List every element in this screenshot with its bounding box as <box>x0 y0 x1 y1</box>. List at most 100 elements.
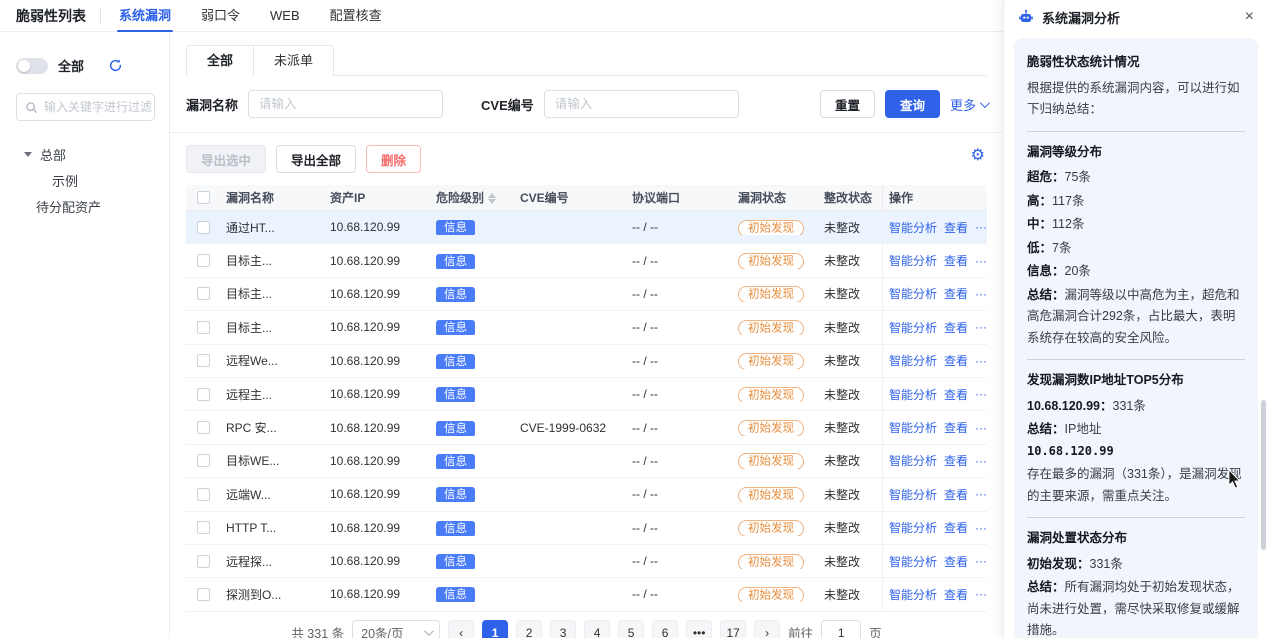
view-link[interactable]: 查看 <box>944 519 968 536</box>
page-number-button[interactable]: 6 <box>652 620 678 638</box>
table-row[interactable]: 目标主... 10.68.120.99 信息 -- / -- 初始发现 未整改 … <box>186 244 987 277</box>
smart-analyze-link[interactable]: 智能分析 <box>889 553 937 570</box>
row-more-link[interactable]: ··· <box>975 254 987 268</box>
view-link[interactable]: 查看 <box>944 452 968 469</box>
vuln-name-cell[interactable]: 探测到O... <box>220 586 324 603</box>
goto-page-input[interactable] <box>821 620 861 638</box>
delete-button[interactable]: 删除 <box>366 145 421 173</box>
vuln-name-cell[interactable]: 远程主... <box>220 386 324 403</box>
tree-node-example[interactable]: 示例 <box>16 167 155 193</box>
column-settings-gear-icon[interactable]: ⚙ <box>971 148 985 164</box>
tab-system-vuln[interactable]: 系统漏洞 <box>119 0 171 32</box>
view-link[interactable]: 查看 <box>944 319 968 336</box>
cve-input[interactable] <box>544 90 739 118</box>
page-number-button[interactable]: 2 <box>516 620 542 638</box>
reset-button[interactable]: 重置 <box>820 90 875 118</box>
row-more-link[interactable]: ··· <box>975 387 987 401</box>
row-checkbox[interactable] <box>197 287 210 300</box>
view-link[interactable]: 查看 <box>944 586 968 603</box>
view-link[interactable]: 查看 <box>944 486 968 503</box>
table-row[interactable]: 探测到O... 10.68.120.99 信息 -- / -- 初始发现 未整改… <box>186 578 987 611</box>
smart-analyze-link[interactable]: 智能分析 <box>889 386 937 403</box>
export-all-button[interactable]: 导出全部 <box>276 145 356 173</box>
vuln-name-cell[interactable]: 目标主... <box>220 285 324 302</box>
view-link[interactable]: 查看 <box>944 386 968 403</box>
tree-node-unassigned[interactable]: 待分配资产 <box>16 193 155 219</box>
smart-analyze-link[interactable]: 智能分析 <box>889 352 937 369</box>
row-checkbox[interactable] <box>197 388 210 401</box>
row-checkbox[interactable] <box>197 488 210 501</box>
sort-icon[interactable] <box>488 193 496 204</box>
table-row[interactable]: 目标主... 10.68.120.99 信息 -- / -- 初始发现 未整改 … <box>186 311 987 344</box>
smart-analyze-link[interactable]: 智能分析 <box>889 519 937 536</box>
table-row[interactable]: 目标WE... 10.68.120.99 信息 -- / -- 初始发现 未整改… <box>186 445 987 478</box>
row-checkbox[interactable] <box>197 421 210 434</box>
tab-web[interactable]: WEB <box>270 0 300 32</box>
row-more-link[interactable]: ··· <box>975 354 987 368</box>
export-selected-button[interactable]: 导出选中 <box>186 145 266 173</box>
vuln-name-cell[interactable]: 目标主... <box>220 319 324 336</box>
view-link[interactable]: 查看 <box>944 219 968 236</box>
prev-page-button[interactable]: ‹ <box>448 620 474 638</box>
smart-analyze-link[interactable]: 智能分析 <box>889 219 937 236</box>
table-row[interactable]: 通过HT... 10.68.120.99 信息 -- / -- 初始发现 未整改… <box>186 211 987 244</box>
vuln-name-input[interactable] <box>248 90 443 118</box>
vuln-name-cell[interactable]: 远程We... <box>220 352 324 369</box>
more-filters-link[interactable]: 更多 <box>950 95 987 114</box>
table-row[interactable]: 远程We... 10.68.120.99 信息 -- / -- 初始发现 未整改… <box>186 345 987 378</box>
tree-filter-input[interactable] <box>44 100 154 114</box>
row-more-link[interactable]: ··· <box>975 320 987 334</box>
tree-node-hq[interactable]: 总部 <box>16 141 155 167</box>
vuln-name-cell[interactable]: HTTP T... <box>220 521 324 535</box>
view-link[interactable]: 查看 <box>944 553 968 570</box>
vuln-name-cell[interactable]: 远程探... <box>220 553 324 570</box>
table-row[interactable]: 目标主... 10.68.120.99 信息 -- / -- 初始发现 未整改 … <box>186 278 987 311</box>
next-page-button[interactable]: › <box>754 620 780 638</box>
smart-analyze-link[interactable]: 智能分析 <box>889 319 937 336</box>
close-icon[interactable]: × <box>1245 9 1254 25</box>
smart-analyze-link[interactable]: 智能分析 <box>889 252 937 269</box>
row-more-link[interactable]: ··· <box>975 554 987 568</box>
view-link[interactable]: 查看 <box>944 252 968 269</box>
all-toggle[interactable] <box>16 58 48 74</box>
table-row[interactable]: HTTP T... 10.68.120.99 信息 -- / -- 初始发现 未… <box>186 512 987 545</box>
page-number-button[interactable]: 4 <box>584 620 610 638</box>
smart-analyze-link[interactable]: 智能分析 <box>889 486 937 503</box>
row-checkbox[interactable] <box>197 454 210 467</box>
tab-undispatched[interactable]: 未派单 <box>253 46 333 76</box>
row-checkbox[interactable] <box>197 521 210 534</box>
vuln-name-cell[interactable]: 远端W... <box>220 486 324 503</box>
table-row[interactable]: RPC 安... 10.68.120.99 信息 CVE-1999-0632 -… <box>186 411 987 444</box>
vuln-name-cell[interactable]: RPC 安... <box>220 419 324 436</box>
refresh-icon[interactable] <box>108 58 123 73</box>
smart-analyze-link[interactable]: 智能分析 <box>889 586 937 603</box>
tab-config-check[interactable]: 配置核查 <box>330 0 382 32</box>
smart-analyze-link[interactable]: 智能分析 <box>889 452 937 469</box>
row-more-link[interactable]: ··· <box>975 487 987 501</box>
view-link[interactable]: 查看 <box>944 352 968 369</box>
select-all-checkbox[interactable] <box>197 191 210 204</box>
tab-all[interactable]: 全部 <box>187 46 253 76</box>
row-more-link[interactable]: ··· <box>975 454 987 468</box>
query-button[interactable]: 查询 <box>885 90 940 118</box>
table-row[interactable]: 远程主... 10.68.120.99 信息 -- / -- 初始发现 未整改 … <box>186 378 987 411</box>
row-checkbox[interactable] <box>197 354 210 367</box>
vuln-name-cell[interactable]: 目标主... <box>220 252 324 269</box>
page-size-select[interactable]: 20条/页 <box>352 620 440 638</box>
row-more-link[interactable]: ··· <box>975 220 987 234</box>
row-more-link[interactable]: ··· <box>975 521 987 535</box>
panel-scrollbar[interactable] <box>1261 400 1266 550</box>
row-checkbox[interactable] <box>197 221 210 234</box>
col-risk-level[interactable]: 危险级别 <box>430 189 514 206</box>
page-number-button[interactable]: 17 <box>720 620 746 638</box>
row-checkbox[interactable] <box>197 588 210 601</box>
row-more-link[interactable]: ··· <box>975 421 987 435</box>
smart-analyze-link[interactable]: 智能分析 <box>889 285 937 302</box>
page-number-button[interactable]: 5 <box>618 620 644 638</box>
view-link[interactable]: 查看 <box>944 419 968 436</box>
row-checkbox[interactable] <box>197 555 210 568</box>
tab-weak-password[interactable]: 弱口令 <box>201 0 240 32</box>
vuln-name-cell[interactable]: 目标WE... <box>220 452 324 469</box>
row-more-link[interactable]: ··· <box>975 587 987 601</box>
row-checkbox[interactable] <box>197 254 210 267</box>
